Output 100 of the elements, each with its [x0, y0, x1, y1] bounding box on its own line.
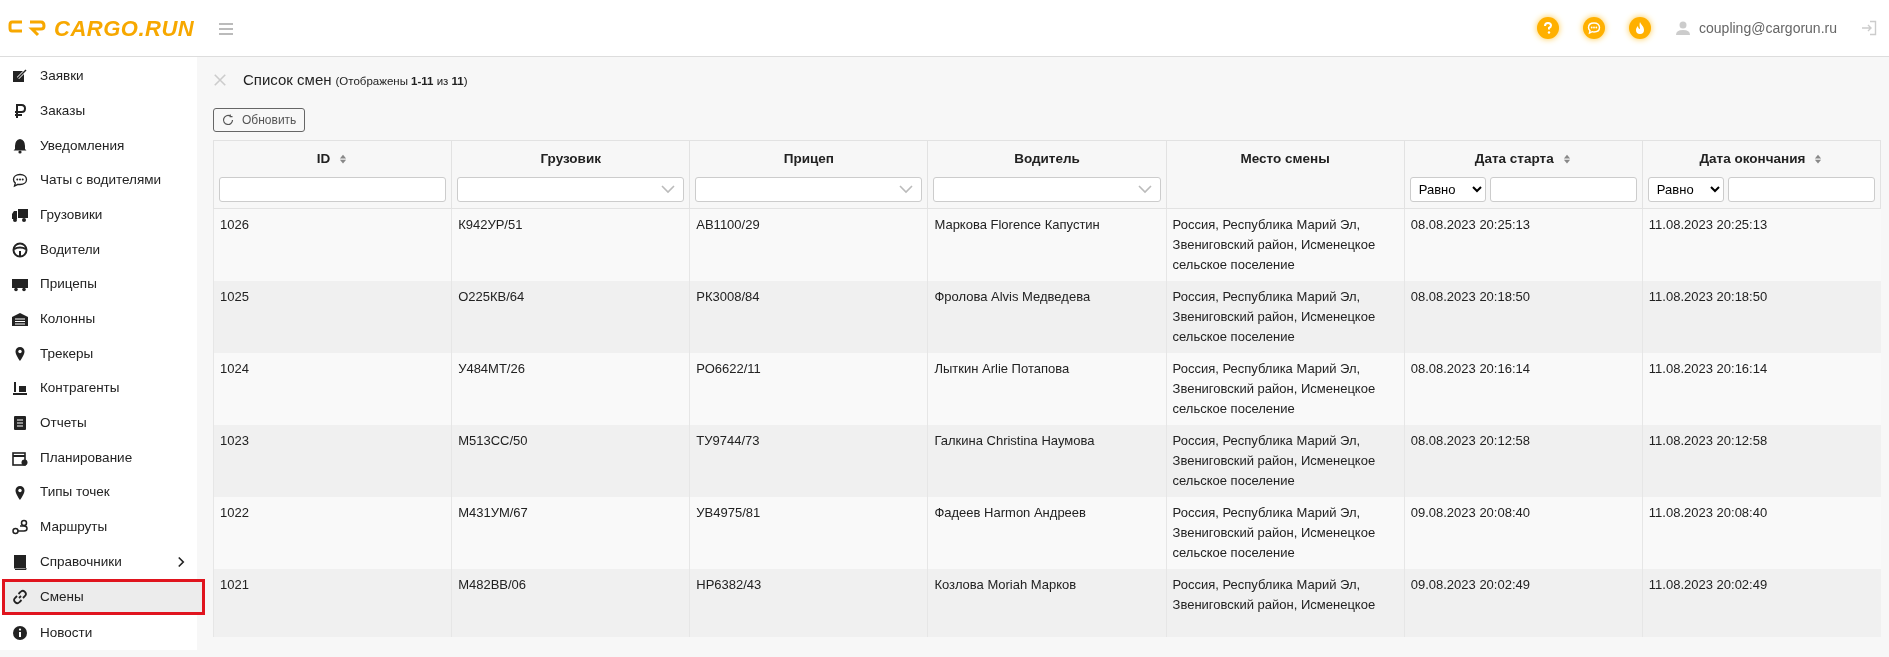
table-cell: АВ1100/29 [689, 208, 928, 281]
record-count: (Отображены 1-11 из 11) [335, 74, 468, 89]
column-header: Водитель [1014, 149, 1080, 168]
dolly-icon [12, 380, 28, 397]
refresh-icon [222, 113, 234, 126]
table-cell: Россия, Республика Марий Эл, Звениговский район, Исменецкое сельское поселение [1166, 352, 1405, 425]
sidebar-item[interactable]: Смены [5, 582, 202, 613]
sidebar-item[interactable]: Планирование [0, 440, 197, 476]
info-icon [12, 624, 28, 641]
table-cell: Фролова Alvis Медведева [927, 280, 1167, 353]
sidebar-item[interactable]: Контрагенты [0, 371, 197, 406]
filter-field[interactable] [219, 176, 447, 202]
table-cell: 08.08.2023 20:12:58 [1404, 424, 1643, 497]
table-cell: 1023 [213, 424, 452, 497]
table-cell: К942УР/51 [451, 208, 690, 281]
trailer-icon [12, 276, 28, 293]
chat-icon[interactable] [1583, 17, 1606, 39]
table-cell: М482ВВ/06 [451, 568, 690, 637]
chevron-down-icon[interactable] [1137, 184, 1152, 195]
table-cell: 09.08.2023 20:08:40 [1404, 496, 1643, 569]
sidebar-item[interactable]: Прицепы [0, 267, 197, 302]
table-cell: 1024 [213, 352, 452, 425]
sidebar-item[interactable]: Справочники [0, 544, 197, 580]
table-cell: Россия, Республика Марий Эл, Звениговский район, Исменецкое сельское поселение [1166, 496, 1405, 569]
help-icon[interactable] [1537, 17, 1560, 39]
table-cell: РО6622/11 [689, 352, 928, 425]
menu-icon[interactable] [218, 20, 235, 37]
sidebar-item[interactable]: Заказы [0, 93, 197, 129]
date-filter-field[interactable] [1727, 176, 1875, 202]
table-cell: ТУ9744/73 [689, 424, 928, 497]
link-icon [12, 589, 28, 606]
table-cell: 11.08.2023 20:25:13 [1642, 208, 1881, 281]
table-cell: 08.08.2023 20:25:13 [1404, 208, 1643, 281]
table-cell: Россия, Республика Марий Эл, Звениговский район, Исменецкое сельское поселение [1166, 280, 1405, 353]
table-cell: 08.08.2023 20:18:50 [1404, 280, 1643, 353]
table-cell: Россия, Республика Марий Эл, Звениговский район, Исменецкое [1166, 568, 1405, 637]
table-cell: 08.08.2023 20:16:14 [1404, 352, 1643, 425]
filter-dropdown[interactable] [933, 176, 1161, 202]
table-cell: Лыткин Arlie Потапова [927, 352, 1167, 425]
flame-icon[interactable] [1629, 17, 1652, 39]
sidebar-item[interactable]: Новости [0, 615, 197, 650]
bell-icon [12, 137, 28, 154]
sidebar-item[interactable]: Трекеры [0, 336, 197, 372]
user-email[interactable]: coupling@cargorun.ru [1699, 17, 1837, 39]
column-header: Дата окончания [1699, 149, 1806, 168]
table-cell: О225КВ/64 [451, 280, 690, 353]
table-cell: Козлова Moriah Марков [927, 568, 1167, 637]
ruble-icon [12, 103, 28, 120]
table-cell: Маркова Florence Капустин [927, 208, 1167, 281]
table-cell: Галкина Christina Наумова [927, 424, 1167, 497]
table-cell: 1025 [213, 280, 452, 353]
table-cell: 11.08.2023 20:08:40 [1642, 496, 1881, 569]
book-icon [12, 553, 28, 570]
filter-dropdown[interactable] [457, 176, 685, 202]
truck-icon [12, 207, 28, 224]
chevron-down-icon[interactable] [899, 184, 914, 195]
table-cell: УВ4975/81 [689, 496, 928, 569]
table-cell: 09.08.2023 20:02:49 [1404, 568, 1643, 637]
table-cell: 1022 [213, 496, 452, 569]
sidebar-item[interactable]: Типы точек [0, 475, 197, 510]
column-header: Грузовик [540, 149, 601, 168]
chevron-down-icon[interactable] [661, 184, 676, 195]
column-header: Дата старта [1474, 149, 1554, 168]
sidebar-item[interactable]: Колонны [0, 301, 197, 337]
table-cell: 1026 [213, 208, 452, 281]
date-filter-field[interactable] [1489, 176, 1637, 202]
sidebar-item[interactable]: Отчеты [0, 405, 197, 441]
clipboard-icon [12, 415, 28, 432]
steering-wheel-icon [12, 241, 28, 258]
logout-icon[interactable] [1861, 20, 1877, 36]
sidebar-item[interactable]: Чаты с водителями [0, 163, 197, 198]
table-cell: 11.08.2023 20:02:49 [1642, 568, 1881, 637]
sidebar-item[interactable]: Водители [0, 232, 197, 268]
refresh-button[interactable]: Обновить [213, 107, 306, 132]
table-cell: НР6382/43 [689, 568, 928, 637]
table-cell: М431УМ/67 [451, 496, 690, 569]
table-cell: Россия, Республика Марий Эл, Звениговский район, Исменецкое сельское поселение [1166, 208, 1405, 281]
sidebar-item[interactable]: Заявки [0, 59, 197, 94]
route-icon [12, 519, 28, 536]
close-icon[interactable] [213, 73, 227, 88]
table-cell: Россия, Республика Марий Эл, Звениговский район, Исменецкое сельское поселение [1166, 424, 1405, 497]
column-header: Прицеп [783, 149, 834, 168]
page-title: Список смен [243, 70, 332, 90]
table-cell: Фадеев Harmon Андреев [927, 496, 1167, 569]
table-cell: 11.08.2023 20:16:14 [1642, 352, 1881, 425]
sidebar-item[interactable]: Уведомления [0, 128, 197, 164]
column-header: Место смены [1240, 149, 1330, 168]
garage-icon [12, 311, 28, 328]
filter-dropdown[interactable] [695, 176, 923, 202]
logo-icon [8, 19, 46, 37]
sidebar-item[interactable]: Маршруты [0, 509, 197, 545]
operator-dropdown[interactable]: Равно [1409, 176, 1486, 202]
operator-dropdown[interactable]: Равно [1647, 176, 1724, 202]
column-header: ID [316, 149, 331, 168]
table-cell: РК3008/84 [689, 280, 928, 353]
table-cell: М513СС/50 [451, 424, 690, 497]
calendar-icon [12, 449, 28, 466]
table-cell: 1021 [213, 568, 452, 637]
sidebar-item[interactable]: Грузовики [0, 197, 197, 233]
table-cell: У484МТ/26 [451, 352, 690, 425]
